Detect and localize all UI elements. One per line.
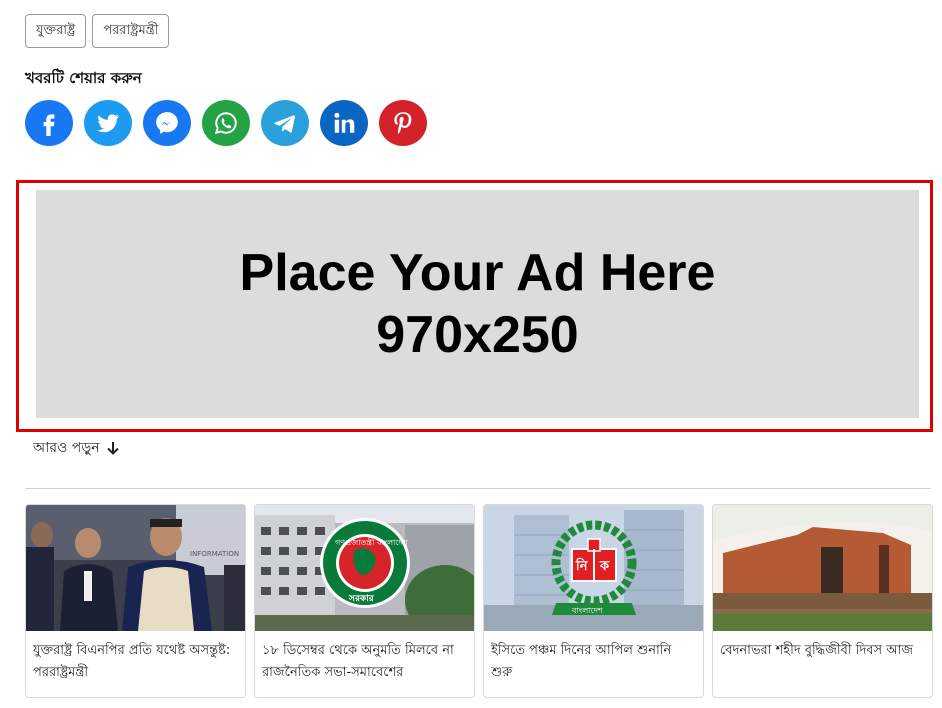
- twitter-icon: [97, 114, 119, 133]
- seal-ring-text: গণপ্রজাতন্ত্রী বাংলাদেশ: [335, 537, 408, 547]
- twitter-share-button[interactable]: [84, 100, 132, 146]
- article-image-election-commission: নি ক বাংলাদেশ: [484, 505, 703, 631]
- ad-banner[interactable]: Place Your Ad Here 970x250: [16, 180, 933, 432]
- linkedin-icon: [334, 112, 355, 133]
- messenger-share-button[interactable]: [143, 100, 191, 146]
- share-title: খবরটি শেয়ার করুন: [25, 69, 142, 87]
- ec-left-text: নি: [575, 557, 589, 574]
- tag-usa[interactable]: যুক্তরাষ্ট্র: [25, 14, 87, 48]
- whatsapp-share-button[interactable]: [202, 100, 250, 146]
- ec-right-text: ক: [599, 559, 610, 574]
- facebook-share-button[interactable]: [25, 100, 73, 146]
- arrow-down-icon: [106, 442, 119, 455]
- article-title: বেদনাভরা শহীদ বুদ্ধিজীবী দিবস আজ: [720, 643, 914, 658]
- telegram-icon: [274, 115, 296, 133]
- linkedin-share-button[interactable]: [320, 100, 368, 146]
- article-image-memorial: [713, 505, 932, 631]
- tag-foreign-minister[interactable]: পররাষ্ট্রমন্ত্রী: [92, 14, 170, 48]
- telegram-share-button[interactable]: [261, 100, 309, 146]
- article-card[interactable]: গণপ্রজাতন্ত্রী বাংলাদেশ সরকার ১৮ ডিসেম্ব…: [254, 504, 475, 698]
- article-image-govt-seal: গণপ্রজাতন্ত্রী বাংলাদেশ সরকার: [255, 505, 474, 631]
- article-title: ইসিতে পঞ্চম দিনের আপিল শুনানি শুরু: [491, 643, 672, 680]
- article-card[interactable]: INFORMATION যুক্তরাষ্ট্র বিএনপির প্রতি য…: [25, 504, 246, 698]
- messenger-icon: [156, 112, 178, 134]
- related-articles: INFORMATION যুক্তরাষ্ট্র বিএনপির প্রতি য…: [25, 504, 933, 698]
- social-share-bar: [25, 100, 427, 146]
- article-title: যুক্তরাষ্ট্র বিএনপির প্রতি যথেষ্ট অসন্তু…: [33, 643, 231, 680]
- seal-bottom-text: সরকার: [348, 594, 375, 604]
- read-more-link[interactable]: আরও পড়ুন: [33, 436, 120, 460]
- facebook-icon: [43, 114, 55, 136]
- article-title: ১৮ ডিসেম্বর থেকে অনুমতি মিলবে না রাজনৈতি…: [262, 643, 454, 680]
- information-sign-text: INFORMATION: [190, 550, 239, 558]
- whatsapp-icon: [214, 112, 237, 135]
- section-divider: [25, 488, 931, 489]
- read-more-label: আরও পড়ুন: [33, 440, 100, 456]
- article-card[interactable]: বেদনাভরা শহীদ বুদ্ধিজীবী দিবস আজ: [712, 504, 933, 698]
- ec-ribbon-text: বাংলাদেশ: [571, 606, 603, 615]
- ad-size: 970x250: [376, 306, 579, 364]
- article-card[interactable]: নি ক বাংলাদেশ ইসিতে পঞ্চম দিনের আপিল শুন…: [483, 504, 704, 698]
- tag-list: যুক্তরাষ্ট্র পররাষ্ট্রমন্ত্রী: [25, 14, 170, 48]
- article-image-minister: INFORMATION: [26, 505, 245, 631]
- ad-placeholder: Place Your Ad Here 970x250: [36, 190, 919, 418]
- pinterest-share-button[interactable]: [379, 100, 427, 146]
- ad-headline: Place Your Ad Here: [239, 244, 716, 302]
- pinterest-icon: [394, 112, 412, 134]
